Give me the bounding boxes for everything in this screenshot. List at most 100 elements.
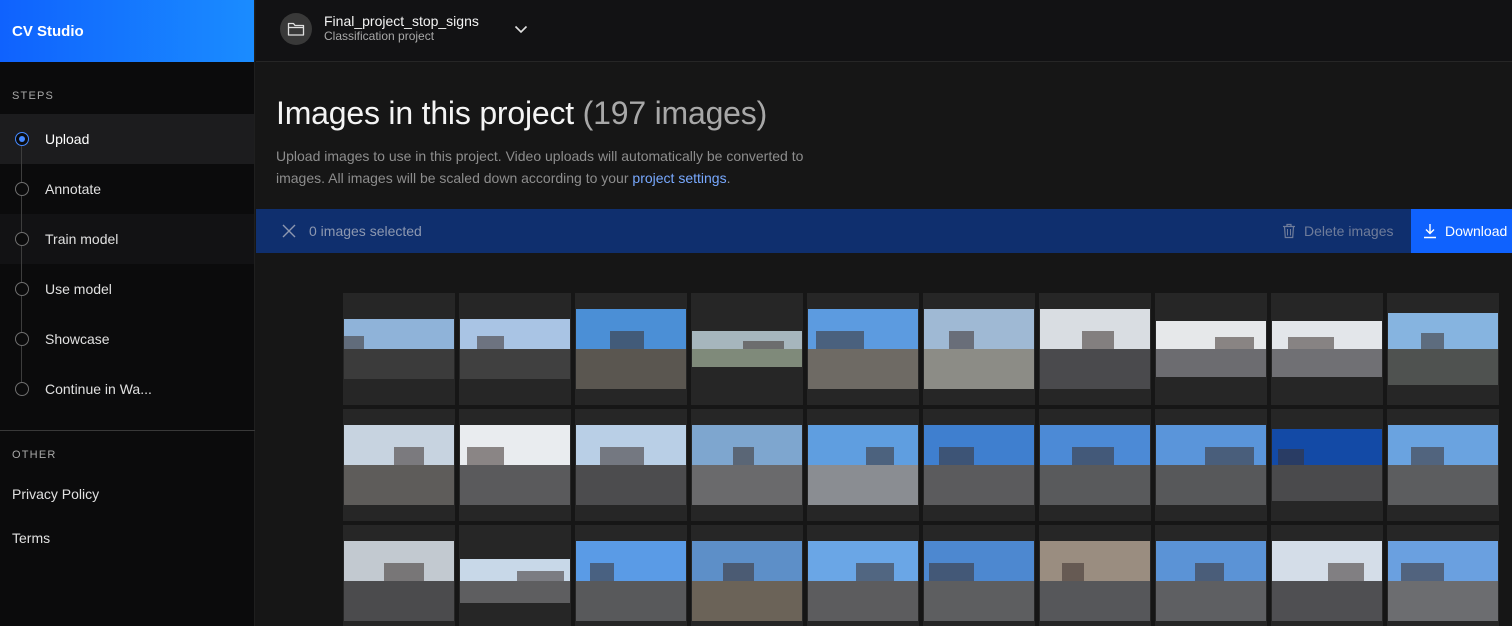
image-thumbnail[interactable] [343, 525, 455, 626]
step-annotate[interactable]: Annotate [0, 164, 254, 214]
thumbnail-image [344, 425, 454, 505]
project-settings-link[interactable]: project settings [632, 170, 726, 186]
delete-images-label: Delete images [1304, 223, 1394, 239]
thumbnail-image [692, 541, 802, 621]
image-thumbnail[interactable] [807, 293, 919, 405]
steps-section-label: STEPS [12, 90, 55, 102]
step-label: Annotate [45, 181, 102, 197]
image-thumbnail[interactable] [1155, 525, 1267, 626]
title-text: Images in this project [276, 95, 574, 131]
image-thumbnail[interactable] [1155, 293, 1267, 405]
image-thumbnail[interactable] [691, 525, 803, 626]
download-button[interactable]: Download [1411, 209, 1512, 253]
step-showcase[interactable]: Showcase [0, 314, 254, 364]
image-thumbnail[interactable] [923, 409, 1035, 521]
step-indicator-icon [15, 232, 29, 246]
thumbnail-image [1156, 425, 1266, 505]
image-thumbnail[interactable] [343, 293, 455, 405]
other-section-label: OTHER [12, 449, 57, 461]
page-title: Images in this project (197 images) [276, 95, 767, 132]
thumbnail-image [576, 309, 686, 389]
image-thumbnail[interactable] [343, 409, 455, 521]
image-thumbnail[interactable] [1271, 293, 1383, 405]
project-header: Final_project_stop_signs Classification … [256, 0, 1512, 62]
image-thumbnail[interactable] [459, 409, 571, 521]
selection-toolbar: 0 images selected Delete images Download [256, 209, 1512, 253]
step-indicator-icon [15, 282, 29, 296]
thumbnail-image [1272, 541, 1382, 621]
thumbnail-image [1040, 425, 1150, 505]
image-thumbnail[interactable] [575, 525, 687, 626]
thumbnail-image [1388, 313, 1498, 385]
image-thumbnail[interactable] [691, 409, 803, 521]
image-thumbnail[interactable] [1271, 525, 1383, 626]
description-suffix: . [726, 170, 731, 186]
image-thumbnail[interactable] [1271, 409, 1383, 521]
thumbnail-image [924, 309, 1034, 389]
thumbnail-image [1272, 429, 1382, 501]
page-description: Upload images to use in this project. Vi… [276, 145, 856, 189]
image-thumbnail[interactable] [1155, 409, 1267, 521]
image-grid [343, 293, 1512, 626]
image-thumbnail[interactable] [575, 409, 687, 521]
thumbnail-image [1388, 425, 1498, 505]
selected-count: 0 images selected [309, 223, 422, 239]
image-thumbnail[interactable] [1387, 293, 1499, 405]
image-thumbnail[interactable] [1039, 525, 1151, 626]
image-thumbnail[interactable] [923, 293, 1035, 405]
thumbnail-image [808, 425, 918, 505]
thumbnail-image [808, 541, 918, 621]
terms-link[interactable]: Terms [12, 530, 50, 546]
main-content: Images in this project (197 images) Uplo… [256, 63, 1512, 626]
thumbnail-image [1156, 541, 1266, 621]
trash-icon [1283, 223, 1295, 239]
step-indicator-icon [15, 382, 29, 396]
chevron-down-icon[interactable] [512, 20, 530, 38]
step-indicator-icon [15, 332, 29, 346]
image-thumbnail[interactable] [1039, 409, 1151, 521]
project-type: Classification project [324, 29, 435, 43]
image-thumbnail[interactable] [459, 293, 571, 405]
image-thumbnail[interactable] [1387, 525, 1499, 626]
step-use-model[interactable]: Use model [0, 264, 254, 314]
image-thumbnail[interactable] [1039, 293, 1151, 405]
step-label: Continue in Wa... [45, 381, 152, 397]
thumbnail-image [460, 425, 570, 505]
privacy-policy-link[interactable]: Privacy Policy [12, 486, 99, 502]
step-label: Showcase [45, 331, 110, 347]
thumbnail-image [344, 319, 454, 379]
step-upload[interactable]: Upload [0, 114, 254, 164]
image-thumbnail[interactable] [807, 525, 919, 626]
step-train-model[interactable]: Train model [0, 214, 254, 264]
thumbnail-image [1040, 541, 1150, 621]
image-thumbnail[interactable] [691, 293, 803, 405]
sidebar: CV Studio STEPS Upload Annotate Train mo… [0, 0, 255, 626]
thumbnail-image [344, 541, 454, 621]
project-name: Final_project_stop_signs [324, 13, 479, 29]
step-indicator-icon [15, 182, 29, 196]
delete-images-button[interactable]: Delete images [1282, 209, 1394, 253]
step-continue[interactable]: Continue in Wa... [0, 364, 254, 414]
thumbnail-image [460, 559, 570, 603]
thumbnail-image [924, 425, 1034, 505]
step-label: Upload [45, 131, 90, 147]
image-thumbnail[interactable] [1387, 409, 1499, 521]
thumbnail-image [692, 331, 802, 367]
thumbnail-image [460, 319, 570, 379]
steps-list: Upload Annotate Train model Use model Sh… [0, 114, 254, 414]
app-brand[interactable]: CV Studio [0, 0, 254, 62]
image-thumbnail[interactable] [923, 525, 1035, 626]
image-count: (197 images) [582, 95, 768, 131]
image-thumbnail[interactable] [575, 293, 687, 405]
step-label: Use model [45, 281, 112, 297]
image-thumbnail[interactable] [807, 409, 919, 521]
step-indicator-icon [15, 132, 29, 146]
close-icon[interactable] [280, 222, 298, 240]
thumbnail-image [1156, 321, 1266, 377]
download-icon [1424, 224, 1436, 239]
thumbnail-image [1272, 321, 1382, 377]
image-thumbnail[interactable] [459, 525, 571, 626]
thumbnail-image [1040, 309, 1150, 389]
thumbnail-image [692, 425, 802, 505]
folder-icon[interactable] [280, 13, 312, 45]
